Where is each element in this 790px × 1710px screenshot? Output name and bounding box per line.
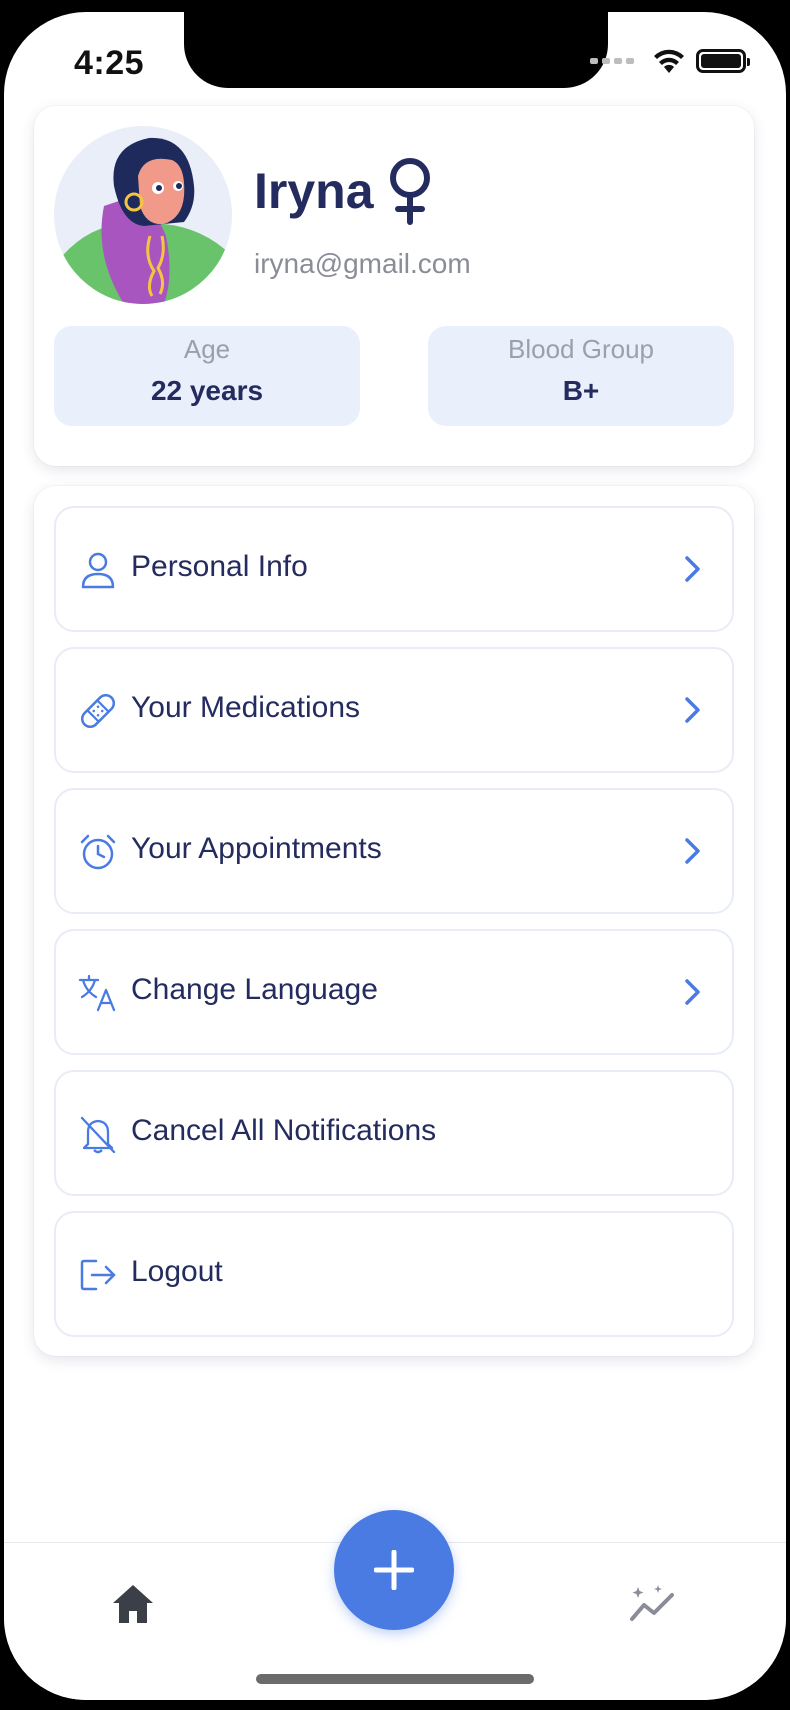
home-indicator[interactable] (256, 1674, 534, 1684)
plus-icon (374, 1550, 414, 1590)
signal-icon (590, 58, 634, 64)
age-stat: Age 22 years (54, 326, 360, 426)
stats-sparkle-icon[interactable] (628, 1583, 678, 1625)
profile-email: iryna@gmail.com (254, 248, 471, 279)
menu-label: Personal Info (131, 550, 308, 583)
wifi-icon (654, 49, 684, 73)
chevron-right-icon (685, 556, 700, 582)
bandage-icon (80, 693, 116, 729)
phone-screen: 4:25 Iryna iryna@gmail.com Age 22 years … (4, 12, 786, 1700)
age-label: Age (183, 334, 231, 364)
menu-label: Your Medications (131, 691, 361, 724)
menu-label: Logout (131, 1255, 223, 1288)
profile-name: Iryna (254, 163, 374, 219)
menu-item-your-medications[interactable]: Your Medications (54, 647, 734, 773)
chevron-right-icon (685, 838, 700, 864)
profile-card: Iryna iryna@gmail.com Age 22 years Blood… (34, 106, 754, 466)
chevron-right-icon (685, 697, 700, 723)
logout-icon (80, 1259, 116, 1291)
menu-item-change-language[interactable]: Change Language (54, 929, 734, 1055)
female-symbol-icon (389, 158, 430, 225)
menu-label: Change Language (131, 973, 378, 1006)
age-value: 22 years (150, 375, 264, 406)
menu-item-logout[interactable]: Logout (54, 1211, 734, 1337)
add-button[interactable] (334, 1510, 454, 1630)
notch (184, 12, 608, 88)
user-icon (81, 552, 115, 589)
menu-item-cancel-all-notifications[interactable]: Cancel All Notifications (54, 1070, 734, 1196)
menu-item-personal-info[interactable]: Personal Info (54, 506, 734, 632)
translate-icon (78, 974, 116, 1012)
avatar-illustration (54, 126, 232, 304)
menu-card: Personal Info Your Medications Your Appo… (34, 486, 754, 1356)
status-icons (590, 48, 750, 74)
name-row: Iryna (254, 156, 436, 226)
menu-label: Your Appointments (131, 832, 382, 865)
avatar[interactable] (54, 126, 232, 304)
blood-group-label: Blood Group (508, 334, 654, 364)
blood-group-stat: Blood Group B+ (428, 326, 734, 426)
status-time: 4:25 (74, 44, 145, 82)
menu-label: Cancel All Notifications (131, 1114, 437, 1147)
chevron-right-icon (685, 979, 700, 1005)
battery-icon (696, 49, 750, 73)
menu-item-your-appointments[interactable]: Your Appointments (54, 788, 734, 914)
home-icon[interactable] (111, 1583, 155, 1625)
alarm-clock-icon (80, 834, 116, 870)
bell-off-icon (80, 1116, 116, 1154)
blood-group-value: B+ (562, 375, 600, 406)
